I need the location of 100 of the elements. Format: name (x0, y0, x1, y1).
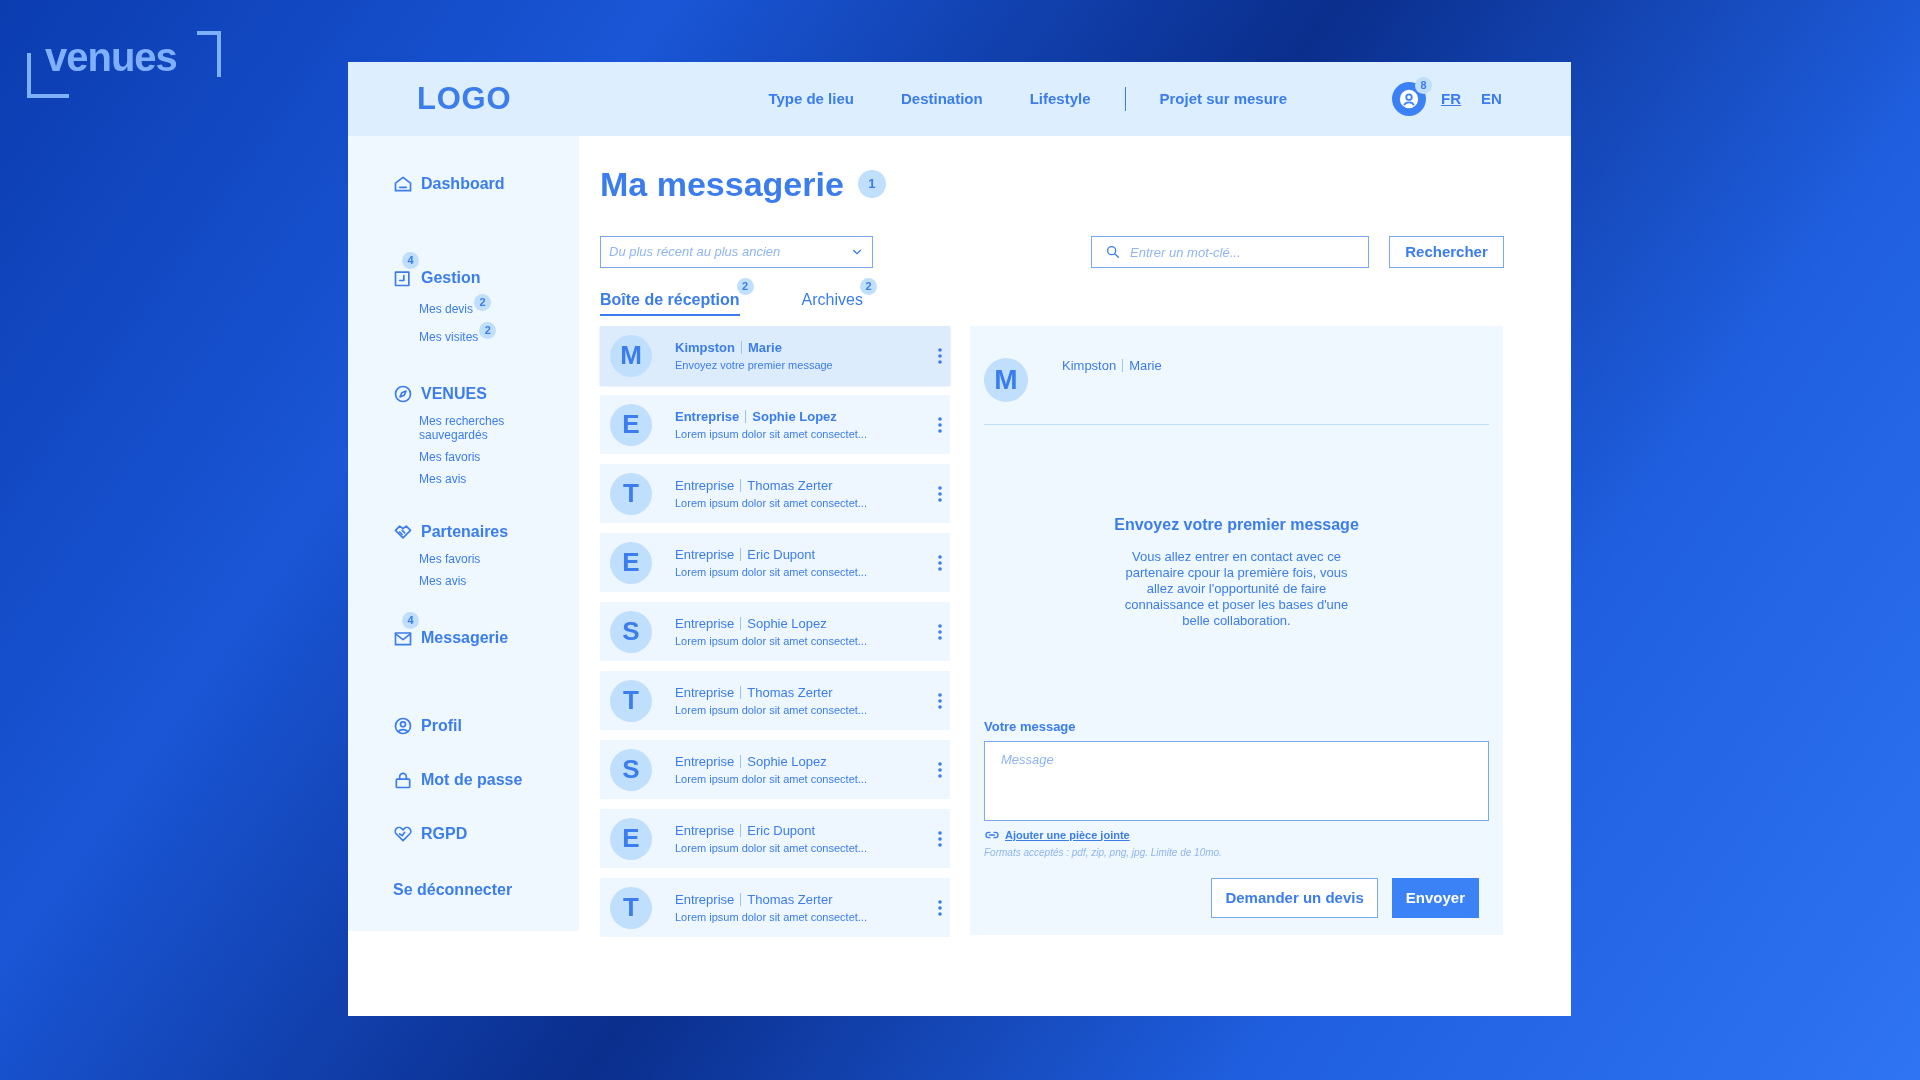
count-badge: 2 (859, 278, 877, 295)
home-icon (393, 174, 413, 194)
message-preview: Lorem ipsum dolor sit amet consectet... (675, 426, 868, 442)
account-button[interactable] (1392, 82, 1427, 116)
contact-name: Eric Dupont (747, 821, 816, 840)
sidebar-subitem[interactable]: Mes visites (419, 330, 479, 344)
nav-link[interactable]: Destination (900, 87, 983, 111)
more-options-icon (938, 485, 942, 502)
heart-icon (393, 824, 413, 844)
more-options-icon (938, 416, 942, 433)
message-preview: Lorem ipsum dolor sit amet consectet... (675, 495, 868, 511)
company-name: Entreprise (675, 476, 735, 495)
sidebar-subitem[interactable]: Mes devis (419, 302, 474, 316)
sidebar-subitem[interactable]: Mes avis (419, 574, 529, 588)
avatar-initial: M (610, 334, 652, 377)
more-options-icon (938, 554, 942, 571)
count-badge: 1 (857, 170, 886, 198)
conversation-row[interactable]: T Entreprise Thomas Zerter Lorem ipsum dolor sit amet consectet... (600, 878, 950, 937)
field-label: Votre message (984, 718, 1077, 736)
company-name: Entreprise (675, 890, 735, 909)
company-name: Entreprise (675, 407, 740, 426)
conversation-row[interactable]: E Entreprise Eric Dupont Lorem ipsum dolor sit amet consectet... (600, 533, 950, 592)
avatar-initial: E (610, 541, 652, 584)
formats-note: Formats acceptés : pdf, zip, png, jpg. Limite de 10mo. (984, 846, 1223, 860)
user-icon (393, 716, 413, 736)
company-name: Kimpston (1062, 357, 1117, 375)
count-badge: 2 (479, 322, 497, 339)
page-title: Ma messagerie (600, 164, 844, 204)
language-link[interactable]: FR (1441, 87, 1462, 111)
message-preview: Lorem ipsum dolor sit amet consectet... (675, 564, 868, 580)
count-badge: 2 (736, 278, 754, 295)
count-badge: 4 (402, 252, 419, 269)
sidebar-item[interactable]: Dashboard (393, 172, 505, 196)
document-icon (393, 268, 413, 288)
more-options-icon (938, 692, 942, 709)
nav-link[interactable]: Lifestyle (1029, 87, 1091, 111)
count-badge: 2 (474, 294, 492, 311)
nav-link[interactable]: Projet sur mesure (1159, 87, 1288, 111)
sidebar-item[interactable]: Partenaires (393, 520, 509, 544)
sort-dropdown[interactable]: Du plus récent au plus ancien (600, 236, 873, 268)
sidebar-subitem[interactable]: Mes favoris (419, 450, 529, 464)
conversation-row[interactable]: T Entreprise Thomas Zerter Lorem ipsum dolor sit amet consectet... (600, 464, 950, 523)
message-input[interactable]: Message (984, 740, 1489, 821)
sidebar-subitem[interactable]: Mes favoris (419, 552, 529, 566)
lock-icon (393, 770, 413, 790)
avatar-initial: T (610, 886, 652, 929)
contact-name: Thomas Zerter (747, 683, 833, 702)
sidebar-item[interactable]: VENUES (393, 382, 487, 406)
more-options-icon (938, 347, 942, 364)
contact-name: Eric Dupont (747, 545, 816, 564)
contact-name: Sophie Lopez (752, 407, 837, 426)
more-options-icon (938, 623, 942, 640)
contact-name: Sophie Lopez (747, 752, 827, 771)
empty-state-text: Vous allez entrer en contact avec ce partenaire cpour la première fois, vous allez avoir l'opportunité de faire connaissance et poser les bases d'une belle collaboration. (1123, 549, 1350, 629)
conversation-row[interactable]: E Entreprise Sophie Lopez Lorem ipsum dolor sit amet consectet... (600, 395, 950, 454)
tab[interactable]: Boîte de réception (600, 288, 740, 316)
sidebar-item[interactable]: RGPD (393, 822, 468, 846)
sidebar-item[interactable]: Gestion (393, 266, 481, 290)
count-badge: 4 (402, 612, 419, 629)
avatar-initial: T (610, 679, 652, 722)
message-preview: Lorem ipsum dolor sit amet consectet... (675, 840, 868, 856)
dropdown-placeholder: Du plus récent au plus ancien (609, 243, 781, 262)
more-options-icon (938, 899, 942, 916)
message-preview: Lorem ipsum dolor sit amet consectet... (675, 633, 868, 649)
avatar-initial: S (610, 748, 652, 791)
sidebar-item[interactable]: Mot de passe (393, 768, 523, 792)
search-icon (1105, 244, 1121, 260)
sidebar-item[interactable]: Messagerie (393, 626, 509, 650)
compass-icon (393, 384, 413, 404)
company-name: Entreprise (675, 821, 735, 840)
sidebar-subitem[interactable]: Mes recherches sauvegardés (419, 414, 529, 442)
quote-button[interactable]: Demander un devis (1211, 878, 1378, 918)
nav-link[interactable]: Type de lieu (768, 87, 854, 111)
conversation-row[interactable]: M Kimpston Marie Envoyez votre premier message (600, 326, 950, 385)
avatar-initial: E (610, 403, 652, 446)
language-link[interactable]: EN (1481, 87, 1502, 111)
contact-name: Thomas Zerter (747, 890, 833, 909)
conversation-row[interactable]: T Entreprise Thomas Zerter Lorem ipsum dolor sit amet consectet... (600, 671, 950, 730)
user-icon (1398, 88, 1421, 110)
message-preview: Lorem ipsum dolor sit amet consectet... (675, 909, 868, 925)
contact-name: Thomas Zerter (747, 476, 833, 495)
count-badge: 8 (1415, 77, 1433, 94)
conversation-row[interactable]: S Entreprise Sophie Lopez Lorem ipsum dolor sit amet consectet... (600, 602, 950, 661)
avatar-initial: M (984, 358, 1028, 402)
send-button[interactable]: Envoyer (1391, 878, 1479, 918)
logo[interactable]: LOGO (417, 75, 512, 123)
conversation-row[interactable]: E Entreprise Eric Dupont Lorem ipsum dolor sit amet consectet... (600, 809, 950, 868)
logout-link[interactable]: Se déconnecter (393, 878, 513, 902)
more-options-icon (938, 830, 942, 847)
company-name: Entreprise (675, 614, 735, 633)
sidebar-subitem[interactable]: Mes avis (419, 472, 529, 486)
sidebar-item[interactable]: Profil (393, 714, 462, 738)
attachment-link[interactable]: Ajouter une pièce jointe (984, 826, 1130, 843)
avatar-initial: S (610, 610, 652, 653)
avatar-initial: T (610, 472, 652, 515)
message-preview: Envoyez votre premier message (675, 357, 834, 373)
search-field[interactable]: Entrer un mot-clé... (1091, 236, 1369, 268)
search-button[interactable]: Rechercher (1389, 236, 1504, 268)
company-name: Kimpston (675, 338, 735, 357)
conversation-row[interactable]: S Entreprise Sophie Lopez Lorem ipsum dolor sit amet consectet... (600, 740, 950, 799)
